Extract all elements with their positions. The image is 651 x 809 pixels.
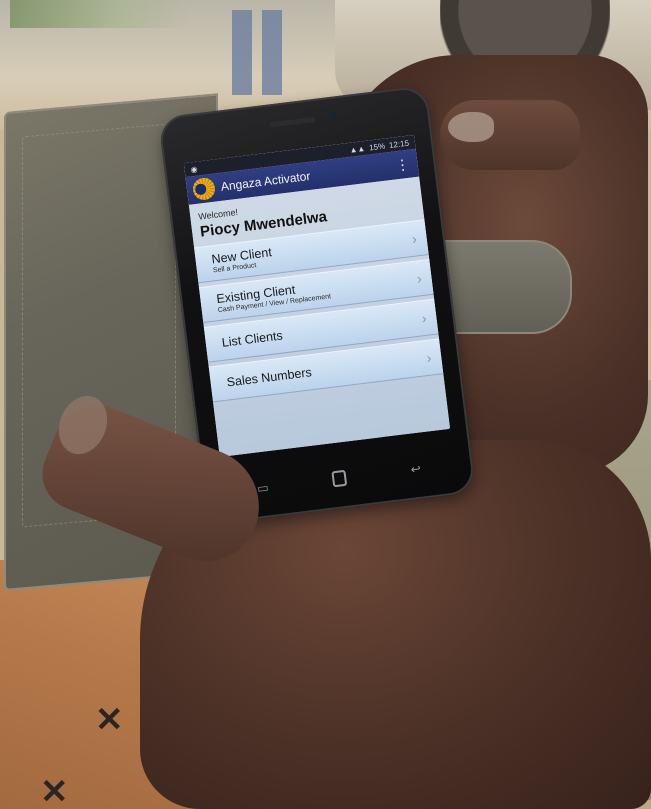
front-camera [328, 112, 338, 122]
overflow-menu-icon[interactable]: ⋮ [393, 156, 413, 174]
notification-icon: ◉ [189, 164, 199, 174]
signal-icon: ▲▲ [348, 143, 366, 155]
chevron-right-icon: › [420, 309, 428, 327]
chevron-right-icon: › [425, 349, 433, 366]
thumbnail [448, 112, 494, 142]
chevron-right-icon: › [411, 230, 418, 247]
chevron-right-icon: › [415, 270, 423, 287]
clock: 12:15 [388, 138, 410, 150]
background-foliage [10, 0, 190, 28]
battery-level: 15% [368, 141, 386, 152]
phone-screen: ◉ ▲▲ 15% 12:15 Angaza Activator ⋮ Welcom… [183, 134, 451, 457]
stitch-mark: ✕ [95, 701, 124, 739]
sun-logo-icon [191, 176, 217, 202]
earpiece [269, 116, 316, 128]
home-icon[interactable] [331, 469, 348, 488]
stitch-mark: ✕ [40, 773, 69, 809]
back-icon[interactable]: ↩ [407, 462, 424, 477]
home-content: Welcome! Piocy Mwendelwa New Client Sell… [188, 176, 451, 457]
background-person-legs [232, 10, 282, 95]
menu-item-title: Sales Numbers [225, 365, 313, 390]
